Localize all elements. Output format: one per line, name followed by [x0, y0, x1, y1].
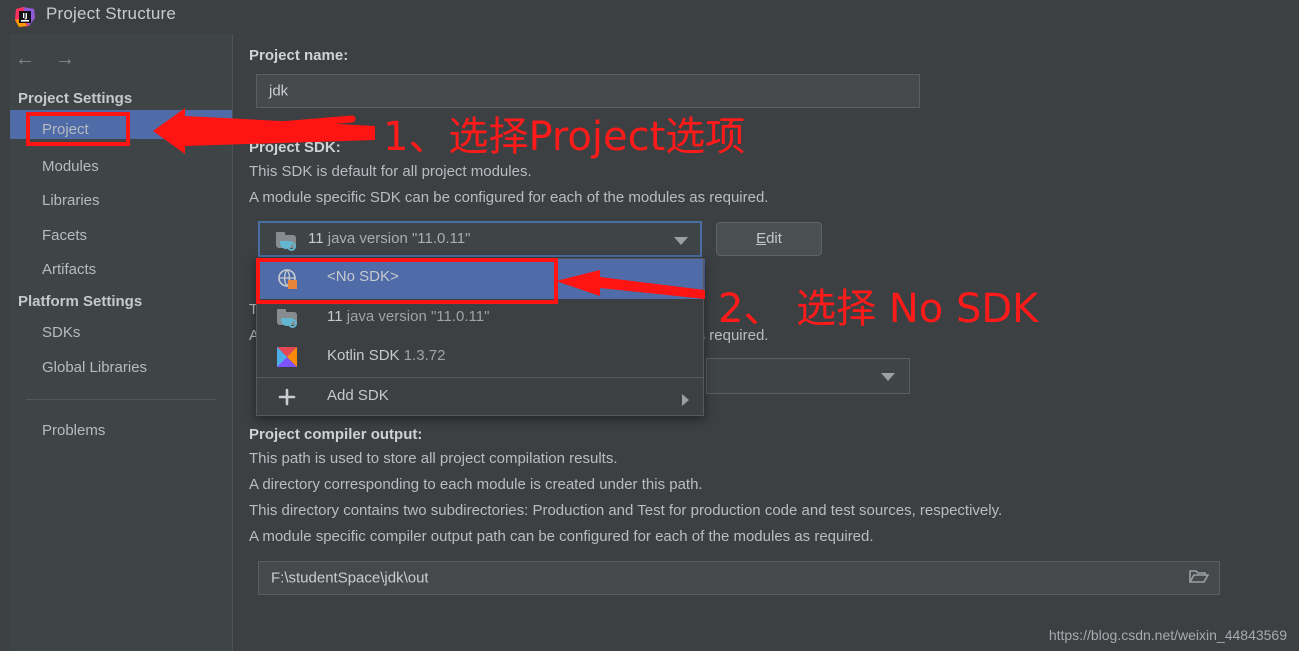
sdk-popup-add-sdk-label: Add SDK [327, 387, 389, 404]
sidebar-divider [232, 34, 233, 651]
project-name-label: Project name: [249, 47, 348, 64]
sdk-popup-item-label: 11 java version "11.0.11" [327, 308, 489, 325]
sidebar-item-libraries[interactable]: Libraries [42, 192, 100, 209]
background-window-strip [0, 0, 10, 651]
nav-forward-icon[interactable]: → [52, 48, 78, 70]
annotation-box-project-item [26, 112, 130, 146]
compiler-desc-line-2: A directory corresponding to each module… [249, 476, 703, 493]
plus-icon [277, 387, 299, 409]
sidebar-item-modules[interactable]: Modules [42, 158, 99, 175]
sdk-description-line-1: This SDK is default for all project modu… [249, 163, 532, 180]
sidebar-item-sdks[interactable]: SDKs [42, 324, 80, 341]
intellij-idea-logo-icon: IJ [14, 6, 36, 28]
chevron-down-icon [674, 237, 688, 245]
edit-sdk-button[interactable]: Edit [716, 222, 822, 256]
watermark-text: https://blog.csdn.net/weixin_44843569 [1049, 627, 1287, 643]
annotation-step-2-text: 2、 选择 No SDK [718, 276, 1038, 334]
compiler-desc-line-1: This path is used to store all project c… [249, 450, 618, 467]
sdk-popup-item-kotlin[interactable]: Kotlin SDK 1.3.72 [257, 338, 703, 378]
kotlin-icon [277, 347, 299, 369]
java-folder-icon [277, 308, 299, 330]
nav-back-icon[interactable]: ← [12, 48, 38, 70]
sdk-popup-item-java-11[interactable]: 11 java version "11.0.11" [257, 299, 703, 339]
project-name-input[interactable]: jdk [256, 74, 920, 108]
annotation-step-1-text: 1、选择Project选项 [383, 104, 745, 162]
sdk-description-line-2: A module specific SDK can be configured … [249, 189, 768, 206]
folder-open-icon[interactable] [1189, 568, 1209, 588]
compiler-desc-line-3: This directory contains two subdirectori… [249, 502, 1002, 519]
chevron-down-icon [881, 373, 895, 381]
project-sdk-combobox[interactable]: 11 java version "11.0.11" [258, 221, 702, 257]
project-name-value: jdk [269, 83, 288, 100]
sdk-popup-item-label: Kotlin SDK 1.3.72 [327, 347, 445, 364]
compiler-output-path-value: F:\studentSpace\jdk\out [271, 570, 429, 587]
dialog-titlebar: IJ Project Structure [0, 0, 1299, 34]
chevron-right-icon [682, 394, 689, 406]
svg-text:IJ: IJ [22, 12, 27, 20]
sidebar-item-global-libraries[interactable]: Global Libraries [42, 359, 147, 376]
sidebar-group-project-settings: Project Settings [18, 90, 132, 107]
project-sdk-label: Project SDK: [249, 139, 341, 156]
sdk-popup-add-sdk[interactable]: Add SDK [257, 378, 703, 418]
sidebar-item-artifacts[interactable]: Artifacts [42, 261, 96, 278]
compiler-desc-line-4: A module specific compiler output path c… [249, 528, 874, 545]
compiler-output-path-input[interactable]: F:\studentSpace\jdk\out [258, 561, 1220, 595]
project-language-level-combobox[interactable] [706, 358, 910, 394]
sidebar-separator [26, 399, 216, 400]
java-folder-icon [276, 231, 298, 256]
sidebar-item-facets[interactable]: Facets [42, 227, 87, 244]
sidebar-item-problems[interactable]: Problems [42, 422, 105, 439]
dialog-title: Project Structure [46, 4, 176, 24]
project-sdk-combobox-value: 11 java version "11.0.11" [308, 230, 470, 247]
sidebar-group-platform-settings: Platform Settings [18, 293, 142, 310]
annotation-box-no-sdk-row [256, 258, 558, 304]
compiler-output-label: Project compiler output: [249, 426, 422, 443]
